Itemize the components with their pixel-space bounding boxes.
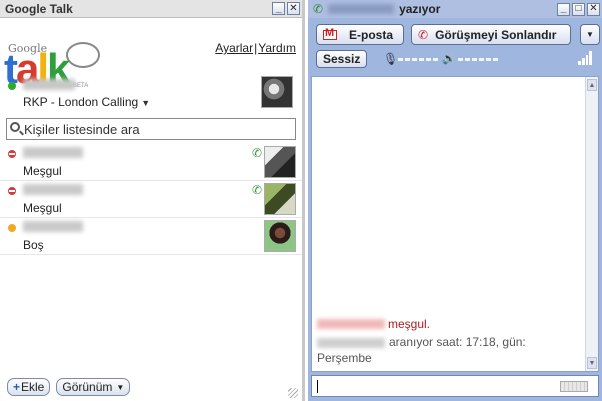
sender-name-redacted (317, 337, 385, 348)
signal-strength-icon (578, 51, 592, 65)
close-button[interactable]: ✕ (587, 2, 600, 16)
close-button[interactable]: ✕ (287, 2, 300, 15)
contact-name-redacted (23, 147, 83, 158)
phone-icon: ✆ (251, 146, 262, 160)
chat-scrollbar[interactable]: ▲ ▼ (585, 77, 598, 371)
scroll-up-icon[interactable]: ▲ (587, 79, 597, 91)
microphone-icon: 🎙 (383, 52, 399, 66)
search-input[interactable] (24, 120, 294, 138)
view-menu-button[interactable]: Görünüm ▼ (56, 378, 131, 396)
speaker-icon: 🔊 (442, 53, 456, 65)
minimize-button[interactable]: _ (272, 2, 285, 15)
logo-bubble-icon (66, 42, 100, 68)
gmail-icon (323, 27, 337, 40)
keyboard-icon[interactable] (560, 381, 588, 392)
contact-name-redacted (23, 221, 83, 232)
contact-status-text: Meşgul (23, 201, 62, 215)
mute-button[interactable]: Sessiz (316, 50, 368, 68)
window-title: Google Talk (5, 1, 73, 16)
busy-status-icon (8, 187, 16, 195)
end-call-button[interactable]: ✆ Görüşmeyi Sonlandır (411, 24, 571, 45)
bottom-toolbar: + Ekle Görünüm ▼ (7, 378, 131, 396)
speaker-volume-slider[interactable] (458, 58, 498, 61)
logo-area: Google talk BETA Ayarlar|Yardım (0, 18, 302, 90)
chat-toolbar: E-posta ✆Görüşmeyi Sonlandır ▼ (308, 18, 602, 46)
minimize-button[interactable]: _ (557, 2, 570, 16)
mic-volume-slider[interactable] (398, 58, 438, 61)
contact-avatar (264, 183, 296, 215)
end-call-icon: ✆ (418, 27, 429, 42)
busy-message: meşgul. (317, 317, 430, 331)
search-icon (10, 122, 20, 132)
typing-indicator: yazıyor (399, 2, 441, 16)
scroll-down-icon[interactable]: ▼ (587, 357, 597, 369)
message-input[interactable] (311, 375, 599, 397)
contact-name-redacted (23, 184, 83, 195)
contact-list: Meşgul ✆ Meşgul ✆ Boş (0, 144, 302, 255)
contact-item[interactable]: Meşgul ✆ (0, 144, 302, 181)
chat-title-bar: ✆ yazıyor _ □ ✕ (308, 0, 602, 18)
contact-avatar (264, 220, 296, 252)
idle-status-icon (8, 224, 16, 232)
contact-item[interactable]: Meşgul ✆ (0, 181, 302, 218)
maximize-button[interactable]: □ (572, 2, 585, 16)
chat-transcript[interactable]: meşgul. aranıyor saat: 17:18, gün: Perşe… (311, 76, 599, 372)
chevron-down-icon: ▼ (141, 98, 151, 108)
plus-icon: + (13, 380, 21, 394)
call-log-message: aranıyor saat: 17:18, gün: Perşembe (317, 335, 526, 365)
settings-link[interactable]: Ayarlar (215, 41, 253, 55)
phone-icon: ✆ (251, 183, 262, 197)
phone-icon: ✆ (313, 2, 324, 16)
online-status-icon (8, 82, 16, 90)
text-caret (317, 380, 318, 393)
contact-avatar (264, 146, 296, 178)
chevron-down-icon: ▼ (116, 382, 125, 392)
contact-status-text: Meşgul (23, 164, 62, 178)
resize-grip-icon[interactable] (288, 388, 298, 398)
chat-window: ✆ yazıyor _ □ ✕ E-posta ✆Görüşmeyi Sonla… (308, 0, 602, 401)
title-bar: Google Talk _ ✕ (0, 0, 302, 18)
top-links: Ayarlar|Yardım (215, 41, 296, 55)
contact-list-window: Google Talk _ ✕ Google talk BETA Ayarlar… (0, 0, 305, 401)
email-button[interactable]: E-posta (316, 24, 404, 45)
status-message-dropdown[interactable]: RKP - London Calling ▼ (23, 95, 150, 109)
my-status-row: RKP - London Calling ▼ (0, 76, 302, 118)
call-controls: Sessiz 🎙 🔊 (308, 46, 602, 70)
more-options-button[interactable]: ▼ (580, 24, 600, 45)
my-name-redacted (23, 79, 75, 90)
contact-item[interactable]: Boş (0, 218, 302, 255)
my-avatar[interactable] (261, 76, 293, 108)
contact-name-redacted (328, 4, 395, 14)
add-contact-button[interactable]: + Ekle (7, 378, 51, 396)
contact-search (6, 118, 296, 140)
sender-name-redacted (317, 319, 385, 329)
busy-status-icon (8, 150, 16, 158)
help-link[interactable]: Yardım (258, 41, 296, 55)
contact-status-text: Boş (23, 238, 44, 252)
